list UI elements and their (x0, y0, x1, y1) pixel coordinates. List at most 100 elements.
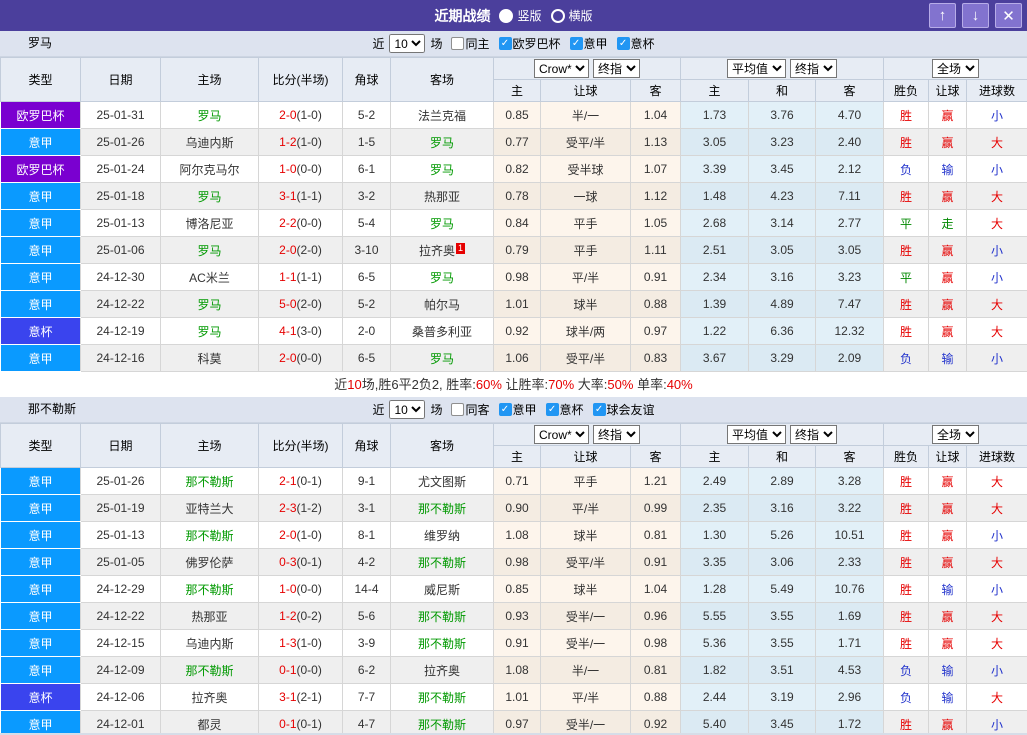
avg-odds-cell: 3.16 (749, 264, 816, 291)
result-outcome-cell: 胜 (884, 318, 929, 345)
odds-cell: 0.79 (494, 237, 541, 264)
match-count-select[interactable]: 10 (389, 34, 425, 53)
odds-cell: 受半/一 (541, 711, 631, 735)
corners-cell: 6-2 (343, 657, 391, 684)
away-team-name: 帕尔马 (424, 298, 460, 312)
away-team-cell: 桑普多利亚 (391, 318, 494, 345)
table-row: 欧罗巴杯25-01-31罗马2-0(1-0)5-2法兰克福0.85半/一1.04… (1, 102, 1027, 129)
result-col-header: 胜负 (884, 446, 929, 468)
same-venue-label: 同客 (465, 401, 489, 418)
avg-odds-cell: 10.51 (816, 522, 884, 549)
odds-cell: 受半球 (541, 156, 631, 183)
odds-cell: 0.98 (631, 630, 681, 657)
col-header: 比分(半场) (259, 58, 343, 102)
home-team-name: 科莫 (197, 352, 221, 366)
avg-odds-cell: 4.23 (749, 183, 816, 210)
same-venue-filter[interactable]: 同主 (451, 35, 489, 52)
odds-cell: 0.92 (631, 711, 681, 735)
league-type-badge: 意甲 (1, 468, 81, 495)
result-scope-select[interactable]: 全场 (932, 425, 979, 444)
league-type-badge: 欧罗巴杯 (1, 102, 81, 129)
corners-cell: 5-2 (343, 102, 391, 129)
league-filter[interactable]: ✓意甲 (499, 401, 537, 418)
avg-stage-select[interactable]: 终指 (790, 425, 837, 444)
fulltime-score: 2-0 (279, 351, 296, 365)
odds-cell: 1.05 (631, 210, 681, 237)
scroll-down-button[interactable]: ↓ (962, 3, 989, 28)
result-handicap-cell: 赢 (929, 183, 967, 210)
col-header: 日期 (81, 58, 161, 102)
league-checkbox[interactable]: ✓ (570, 37, 583, 50)
corners-cell: 3-1 (343, 495, 391, 522)
summary-text: 40% (667, 377, 693, 392)
fulltime-score: 0-3 (279, 555, 296, 569)
halftime-score: (0-1) (297, 474, 322, 488)
result-goals-cell: 小 (967, 657, 1027, 684)
odds-cell: 受半/一 (541, 630, 631, 657)
league-checkbox[interactable]: ✓ (499, 37, 512, 50)
away-team-cell: 拉齐奥 (391, 657, 494, 684)
odds-cell: 球半/两 (541, 318, 631, 345)
same-venue-checkbox[interactable] (451, 37, 464, 50)
league-checkbox[interactable]: ✓ (593, 403, 606, 416)
table-row: 意甲25-01-13那不勒斯2-0(1-0)8-1维罗纳1.08球半0.811.… (1, 522, 1027, 549)
halftime-score: (0-2) (297, 609, 322, 623)
avg-odds-cell: 3.28 (816, 468, 884, 495)
odds-source-select[interactable]: Crow* (534, 425, 589, 444)
league-filter[interactable]: ✓欧罗巴杯 (499, 35, 561, 52)
avg-source-select[interactable]: 平均值 (727, 425, 786, 444)
same-venue-filter[interactable]: 同客 (451, 401, 489, 418)
match-date: 25-01-13 (81, 210, 161, 237)
home-team-cell: 罗马 (161, 291, 259, 318)
home-team-name: 拉齐奥 (191, 691, 227, 705)
result-goals-cell: 小 (967, 711, 1027, 735)
odds-cell: 0.84 (494, 210, 541, 237)
same-venue-checkbox[interactable] (451, 403, 464, 416)
league-filter[interactable]: ✓意杯 (546, 401, 584, 418)
home-team-name: 都灵 (197, 718, 221, 732)
table-row: 意甲24-12-16科莫2-0(0-0)6-5罗马1.06受平/半0.833.6… (1, 345, 1027, 372)
league-checkbox[interactable]: ✓ (617, 37, 630, 50)
radio-horizontal-layout[interactable]: 横版 (551, 7, 593, 24)
result-handicap-cell: 赢 (929, 630, 967, 657)
odds-cell: 0.98 (494, 264, 541, 291)
league-filter[interactable]: ✓球会友谊 (593, 401, 655, 418)
summary-text: 让胜率: (502, 377, 548, 392)
table-row: 欧罗巴杯25-01-24阿尔克马尔1-0(0-0)6-1罗马0.82受半球1.0… (1, 156, 1027, 183)
fulltime-score: 5-0 (279, 297, 296, 311)
scroll-up-button[interactable]: ↑ (929, 3, 956, 28)
away-team-name: 桑普多利亚 (412, 325, 472, 339)
radio-vertical-layout[interactable]: 竖版 (499, 7, 541, 24)
close-button[interactable]: ✕ (995, 3, 1022, 28)
match-count-select[interactable]: 10 (389, 400, 425, 419)
league-filter[interactable]: ✓意杯 (617, 35, 655, 52)
avg-odds-cell: 1.22 (681, 318, 749, 345)
avg-odds-cell: 5.36 (681, 630, 749, 657)
avg-stage-select[interactable]: 终指 (790, 59, 837, 78)
odds-cell: 受平/半 (541, 549, 631, 576)
team-section: 罗马近10场同主✓欧罗巴杯✓意甲✓意杯类型日期主场比分(半场)角球客场Crow*… (0, 31, 1027, 397)
league-checkbox[interactable]: ✓ (499, 403, 512, 416)
result-handicap-cell: 赢 (929, 291, 967, 318)
odds-cell: 一球 (541, 183, 631, 210)
avg-odds-cell: 3.05 (681, 129, 749, 156)
match-date: 25-01-18 (81, 183, 161, 210)
result-outcome-cell: 胜 (884, 711, 929, 735)
league-checkbox[interactable]: ✓ (546, 403, 559, 416)
result-col-header: 胜负 (884, 80, 929, 102)
avg-odds-cell: 3.67 (681, 345, 749, 372)
away-team-cell: 罗马 (391, 210, 494, 237)
result-col-header: 让球 (929, 80, 967, 102)
odds-source-select[interactable]: Crow* (534, 59, 589, 78)
avg-odds-cell: 2.51 (681, 237, 749, 264)
odds-stage-select[interactable]: 终指 (593, 425, 640, 444)
result-goals-cell: 大 (967, 630, 1027, 657)
result-scope-select[interactable]: 全场 (932, 59, 979, 78)
recent-results-panel: 近期战绩 竖版 横版 ↑ ↓ ✕ 罗马近10场同主✓欧罗巴杯✓意甲✓意杯类型日期… (0, 0, 1027, 735)
result-outcome-cell: 胜 (884, 495, 929, 522)
avg-source-select[interactable]: 平均值 (727, 59, 786, 78)
league-filter[interactable]: ✓意甲 (570, 35, 608, 52)
down-arrow-icon: ↓ (972, 7, 980, 24)
league-filter-label: 球会友谊 (607, 401, 655, 418)
odds-stage-select[interactable]: 终指 (593, 59, 640, 78)
